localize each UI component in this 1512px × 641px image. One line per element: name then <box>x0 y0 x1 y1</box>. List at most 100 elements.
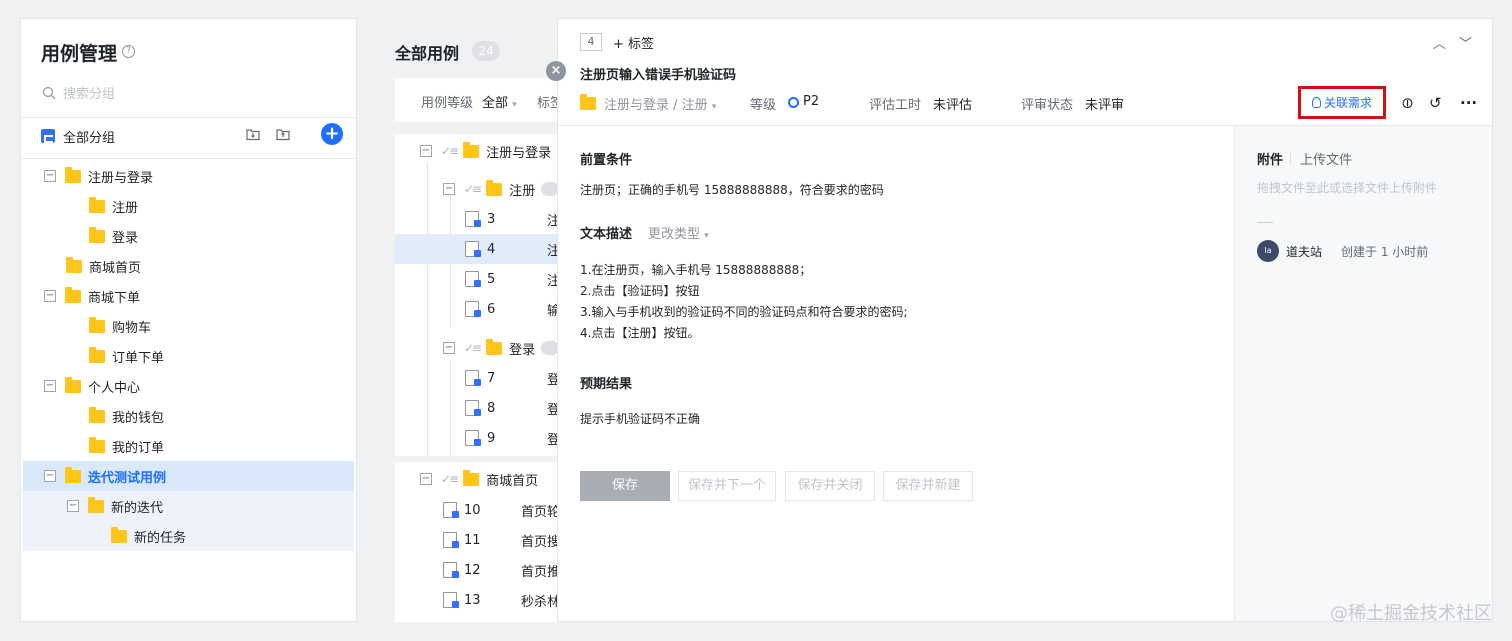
estimate-value[interactable]: 未评估 <box>933 94 972 113</box>
save-button[interactable]: 保存 <box>580 471 670 501</box>
group-sidebar: 用例管理 ? 全部分组 + − 注册与登录 注册 登录 商城首页 − 商 <box>20 18 357 622</box>
case-row[interactable]: 8 登 <box>395 393 560 423</box>
folder-icon <box>486 338 503 355</box>
save-next-button[interactable]: 保存并下一个 <box>678 471 776 501</box>
tree-item-label: 注册 <box>112 200 139 216</box>
chevron-up-icon[interactable]: ︿ <box>1433 33 1446 52</box>
collapse-icon[interactable]: − <box>44 380 56 392</box>
add-group-button[interactable]: + <box>321 123 343 145</box>
test-case-icon <box>465 301 481 317</box>
case-number: 3 <box>487 211 496 227</box>
more-icon[interactable]: ··· <box>1460 94 1477 112</box>
case-row[interactable]: 12 首页推 <box>395 555 560 585</box>
step-line[interactable]: 3.输入与手机收到的验证码不同的验证码点和符合要求的密码; <box>580 303 908 320</box>
attachments-title: 附件 <box>1257 153 1284 168</box>
tree-item-login[interactable]: 登录 <box>23 221 356 251</box>
tree-item-label: 新的迭代 <box>111 500 164 516</box>
collapse-icon[interactable]: − <box>44 170 56 182</box>
tree-item-place-order[interactable]: 订单下单 <box>23 341 356 371</box>
tree-item-my-orders[interactable]: 我的订单 <box>23 431 356 461</box>
history-icon[interactable]: ↺ <box>1429 94 1442 112</box>
test-case-icon <box>465 271 481 287</box>
tree-item-label: 购物车 <box>112 320 152 336</box>
case-row[interactable]: 3 注 <box>395 204 560 234</box>
collapse-icon[interactable]: − <box>443 342 455 354</box>
collapse-icon[interactable]: − <box>443 183 455 195</box>
list-group-mall-home[interactable]: − ✓≡ 商城首页 <box>395 464 560 494</box>
case-row[interactable]: 5 注 <box>395 264 560 294</box>
case-row[interactable]: 7 登 <box>395 363 560 393</box>
list-group-register-login[interactable]: − ✓≡ 注册与登录 <box>395 136 560 166</box>
test-case-icon <box>443 562 459 578</box>
case-title: 首页轮 <box>520 504 560 520</box>
case-row[interactable]: 9 登 <box>395 423 560 453</box>
list-group-login[interactable]: − ✓≡ 登录 <box>395 333 560 363</box>
list-group-label: 商城首页 <box>486 473 539 489</box>
close-panel-button[interactable]: × <box>546 61 566 81</box>
import-folder-icon[interactable] <box>244 125 262 143</box>
collapse-icon[interactable]: − <box>420 473 432 485</box>
folder-icon <box>89 406 105 423</box>
chevron-down-icon: ▾ <box>512 100 517 110</box>
step-line[interactable]: 4.点击【注册】按钮。 <box>580 324 699 341</box>
case-row[interactable]: 13 秒杀林 <box>395 585 560 615</box>
filter-bar: 用例等级 全部 ▾ 标签 <box>395 78 563 122</box>
save-close-button[interactable]: 保存并关闭 <box>785 471 875 501</box>
collapse-icon[interactable]: − <box>44 290 56 302</box>
level-label: 等级 <box>750 98 777 113</box>
tree-item-personal-center[interactable]: − 个人中心 <box>23 371 356 401</box>
step-line[interactable]: 1.在注册页，输入手机号 15888888888； <box>580 261 811 278</box>
case-row[interactable]: 6 输 <box>395 294 560 324</box>
link-requirement-button[interactable]: 关联需求 <box>1298 86 1386 119</box>
expected-text[interactable]: 提示手机验证码不正确 <box>580 410 700 427</box>
level-filter-select[interactable]: 全部 ▾ <box>482 92 517 111</box>
precondition-text[interactable]: 注册页；正确的手机号 15888888888，符合要求的密码 <box>580 181 884 198</box>
tree-item-iteration-cases[interactable]: − 迭代测试用例 <box>23 461 354 491</box>
folder-icon <box>89 316 105 333</box>
collapse-icon[interactable]: − <box>420 145 432 157</box>
export-folder-icon[interactable] <box>274 125 292 143</box>
expected-title: 预期结果 <box>580 377 633 392</box>
level-filter-label: 用例等级 <box>421 96 474 111</box>
divider <box>1234 126 1235 621</box>
case-row[interactable]: 10 首页轮 <box>395 495 560 525</box>
tree-item-mall-home[interactable]: 商城首页 <box>23 251 356 281</box>
avatar: la <box>1257 240 1279 262</box>
tree-item-new-task[interactable]: 新的任务 <box>23 521 354 551</box>
folder-icon <box>111 526 127 543</box>
collapse-icon[interactable]: − <box>44 470 56 482</box>
chevron-down-icon: ▾ <box>704 231 709 241</box>
add-tag-button[interactable]: + 标签 <box>613 33 654 52</box>
tree-item-register[interactable]: 注册 <box>23 191 356 221</box>
tree-item-new-iteration[interactable]: − 新的迭代 <box>23 491 354 521</box>
checklist-icon: ✓≡ <box>441 472 459 486</box>
case-list-title: 全部用例 <box>395 44 460 63</box>
tree-item-label: 登录 <box>112 230 139 246</box>
step-line[interactable]: 2.点击【验证码】按钮 <box>580 282 699 299</box>
change-type-dropdown[interactable]: 更改类型 ▾ <box>648 223 709 242</box>
review-value[interactable]: 未评审 <box>1085 94 1124 113</box>
chevron-down-icon[interactable]: ﹀ <box>1459 33 1472 52</box>
case-row-selected[interactable]: 4 注 <box>395 234 560 264</box>
tree-item-cart[interactable]: 购物车 <box>23 311 356 341</box>
case-row[interactable]: 11 首页搜 <box>395 525 560 555</box>
tree-item-wallet[interactable]: 我的钱包 <box>23 401 356 431</box>
list-group-register[interactable]: − ✓≡ 注册 <box>395 174 560 204</box>
creator-name: 道夫站 <box>1286 245 1323 259</box>
precondition-title: 前置条件 <box>580 153 633 168</box>
tree-item-mall-order[interactable]: − 商城下单 <box>23 281 356 311</box>
folder-icon <box>88 496 104 513</box>
collapse-icon[interactable]: − <box>67 500 79 512</box>
save-new-button[interactable]: 保存并新建 <box>883 471 973 501</box>
test-case-icon <box>465 430 481 446</box>
upload-file-link[interactable]: 上传文件 <box>1300 149 1352 168</box>
case-title[interactable]: 注册页输入错误手机验证码 <box>580 64 736 83</box>
group-search-input[interactable] <box>63 83 333 105</box>
case-number: 13 <box>464 592 481 608</box>
tree-item-register-login[interactable]: − 注册与登录 <box>23 161 356 191</box>
level-value[interactable]: P2 <box>803 94 819 109</box>
case-path-select[interactable]: 注册与登录 / 注册 ▾ <box>604 94 716 113</box>
all-groups-item[interactable]: 全部分组 <box>41 125 341 147</box>
help-icon[interactable]: ? <box>122 45 135 58</box>
upload-dropzone-hint[interactable]: 拖拽文件至此或选择文件上传附件 <box>1257 179 1437 196</box>
